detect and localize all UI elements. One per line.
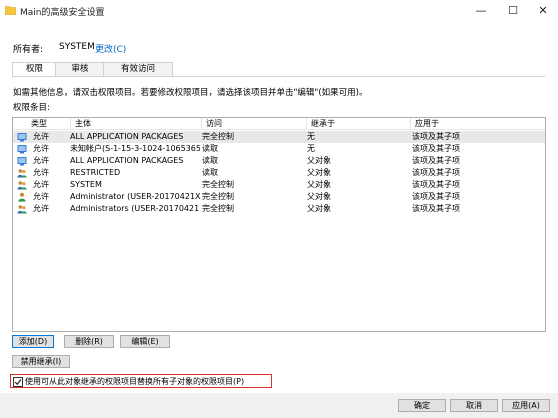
folder-icon [5,6,16,15]
cell-principal: Administrators (USER-20170421... [70,204,200,213]
maximize-button[interactable]: ☐ [498,0,528,22]
cell-principal: ALL APPLICATION PACKAGES [70,132,184,141]
cell-access: 完全控制 [202,180,234,189]
group-icon [17,169,27,178]
cell-inherited: 无 [307,132,315,141]
cell-principal: RESTRICTED [70,168,121,177]
cell-inherited: 父对象 [307,156,331,165]
cell-applies: 该项及其子项 [412,156,460,165]
add-button[interactable]: 添加(D) [12,335,54,348]
close-button[interactable]: ✕ [528,0,558,22]
owner-value: SYSTEM [59,42,95,52]
cell-applies: 该项及其子项 [412,132,460,141]
window-title: Main的高级安全设置 [20,8,105,18]
group-icon [17,205,27,214]
column-header-applies[interactable]: 应用于 [411,118,545,129]
instructions-text: 如需其他信息，请双击权限项目。若要修改权限项目，请选择该项目并单击"编辑"(如果… [13,88,368,98]
cell-principal: ALL APPLICATION PACKAGES [70,156,184,165]
cell-applies: 该项及其子项 [412,204,460,213]
cancel-button[interactable]: 取消 [450,399,498,412]
edit-button[interactable]: 编辑(E) [120,335,170,348]
cell-type: 允许 [33,204,49,213]
remove-button[interactable]: 删除(R) [64,335,114,348]
table-row[interactable]: 允许 Administrator (USER-20170421X... 完全控制… [13,191,545,203]
cell-access: 读取 [202,144,218,153]
tab-auditing[interactable]: 审核 [55,62,105,76]
table-row[interactable]: 允许 SYSTEM 完全控制 父对象 该项及其子项 [13,179,545,191]
cell-inherited: 父对象 [307,168,331,177]
table-row[interactable]: 允许 ALL APPLICATION PACKAGES 读取 父对象 该项及其子… [13,155,545,167]
cell-access: 完全控制 [202,132,234,141]
dialog-footer: 确定 取消 应用(A) [0,393,558,418]
column-header-principal[interactable]: 主体 [71,118,202,129]
cell-inherited: 父对象 [307,204,331,213]
tab-divider [12,76,545,77]
disable-inheritance-button[interactable]: 禁用继承(I) [12,355,70,368]
cell-applies: 该项及其子项 [412,144,460,153]
replace-child-permissions-option[interactable]: 使用可从此对象继承的权限项目替换所有子对象的权限项目(P) [10,374,272,388]
permission-entries-label: 权限条目: [13,103,50,113]
table-row[interactable]: 允许 未知帐户(S-1-15-3-1024-1065365... 读取 无 该项… [13,143,545,155]
title-bar: Main的高级安全设置 — ☐ ✕ [0,0,558,23]
cell-access: 完全控制 [202,204,234,213]
app-package-icon [17,157,27,166]
replace-child-permissions-checkbox[interactable] [13,377,23,387]
cell-applies: 该项及其子项 [412,192,460,201]
cell-access: 读取 [202,168,218,177]
cell-access: 完全控制 [202,192,234,201]
cell-access: 读取 [202,156,218,165]
permission-entries-list[interactable]: 类型 主体 访问 继承于 应用于 允许 ALL APPLICATION PACK… [12,117,546,332]
column-header-type[interactable]: 类型 [13,118,71,129]
list-header: 类型 主体 访问 继承于 应用于 [13,118,545,130]
replace-child-permissions-label: 使用可从此对象继承的权限项目替换所有子对象的权限项目(P) [25,377,245,386]
cell-inherited: 父对象 [307,180,331,189]
cell-principal: 未知帐户(S-1-15-3-1024-1065365... [70,144,200,153]
tab-permissions[interactable]: 权限 [12,62,57,77]
column-header-access[interactable]: 访问 [202,118,307,129]
cell-type: 允许 [33,192,49,201]
cell-type: 允许 [33,180,49,189]
app-package-icon [17,133,27,142]
table-row[interactable]: 允许 Administrators (USER-20170421... 完全控制… [13,203,545,215]
cell-inherited: 无 [307,144,315,153]
cell-applies: 该项及其子项 [412,168,460,177]
owner-label: 所有者: [13,45,44,55]
cell-type: 允许 [33,132,49,141]
cell-principal: SYSTEM [70,180,102,189]
tab-effective-access[interactable]: 有效访问 [103,62,173,76]
dialog-content: 所有者: SYSTEM 更改(C) 权限 审核 有效访问 如需其他信息，请双击权… [0,22,558,393]
unknown-account-icon [17,145,27,154]
ok-button[interactable]: 确定 [398,399,446,412]
cell-type: 允许 [33,168,49,177]
table-row[interactable]: 允许 ALL APPLICATION PACKAGES 完全控制 无 该项及其子… [13,131,545,143]
change-owner-link[interactable]: 更改(C) [95,42,126,55]
apply-button[interactable]: 应用(A) [502,399,550,412]
cell-type: 允许 [33,144,49,153]
user-icon [18,192,26,202]
checkmark-icon [14,379,22,386]
minimize-button[interactable]: — [466,0,496,22]
column-header-inherited[interactable]: 继承于 [307,118,411,129]
cell-principal: Administrator (USER-20170421X... [70,192,200,201]
cell-type: 允许 [33,156,49,165]
cell-inherited: 父对象 [307,192,331,201]
group-icon [17,181,27,190]
table-row[interactable]: 允许 RESTRICTED 读取 父对象 该项及其子项 [13,167,545,179]
cell-applies: 该项及其子项 [412,180,460,189]
